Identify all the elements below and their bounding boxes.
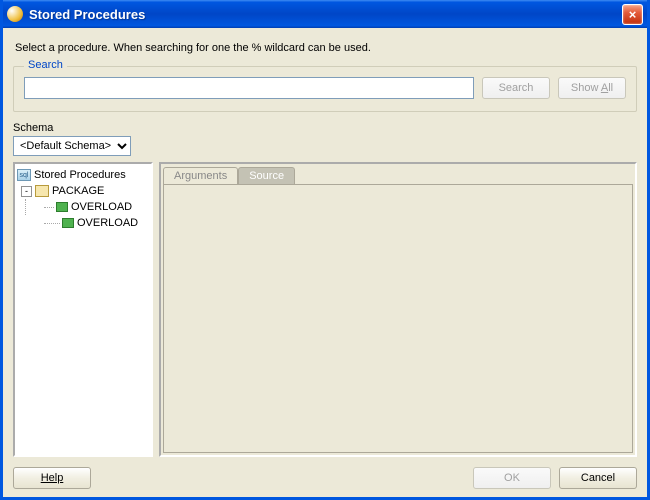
tree-node-label: PACKAGE	[52, 185, 104, 197]
app-icon	[7, 6, 23, 22]
tree-node-label: OVERLOAD	[77, 217, 138, 229]
tree-node-overload[interactable]: OVERLOAD	[17, 215, 149, 231]
overload-icon	[56, 202, 68, 212]
cancel-button[interactable]: Cancel	[559, 467, 637, 489]
overload-icon	[62, 218, 74, 228]
cancel-button-label: Cancel	[581, 472, 615, 484]
package-icon	[35, 185, 49, 197]
tree-panel[interactable]: sql Stored Procedures - PACKAGE OVERLOAD	[13, 162, 153, 457]
ok-button[interactable]: OK	[473, 467, 551, 489]
dialog-content: Select a procedure. When searching for o…	[3, 28, 647, 497]
tree-node-overload[interactable]: OVERLOAD	[17, 199, 149, 215]
tree-root[interactable]: sql Stored Procedures	[17, 167, 149, 183]
search-input[interactable]	[24, 77, 474, 99]
search-group: Search Search Show All	[13, 66, 637, 112]
tree-node-package[interactable]: - PACKAGE	[17, 183, 149, 199]
schema-block: Schema <Default Schema>	[13, 122, 637, 156]
button-bar: Help OK Cancel	[13, 457, 637, 489]
tree-root-label: Stored Procedures	[34, 169, 126, 181]
ok-button-label: OK	[504, 472, 520, 484]
main-area: sql Stored Procedures - PACKAGE OVERLOAD	[13, 162, 637, 457]
tab-label: Source	[249, 170, 284, 182]
close-icon: ×	[629, 7, 637, 22]
stored-procedures-icon: sql	[17, 169, 31, 181]
window-title: Stored Procedures	[29, 7, 622, 22]
tab-source[interactable]: Source	[238, 167, 295, 184]
search-button-label: Search	[499, 82, 534, 94]
instruction-text: Select a procedure. When searching for o…	[15, 42, 635, 54]
titlebar[interactable]: Stored Procedures ×	[3, 0, 647, 28]
tab-arguments[interactable]: Arguments	[163, 167, 238, 184]
help-button[interactable]: Help	[13, 467, 91, 489]
tab-content	[163, 184, 633, 453]
details-panel: Arguments Source	[159, 162, 637, 457]
tab-label: Arguments	[174, 170, 227, 182]
show-all-button-label: Show All	[571, 82, 613, 94]
help-button-label: Help	[41, 472, 64, 484]
search-legend: Search	[24, 59, 67, 71]
search-button[interactable]: Search	[482, 77, 550, 99]
tree-node-label: OVERLOAD	[71, 201, 132, 213]
close-button[interactable]: ×	[622, 4, 643, 25]
tab-strip: Arguments Source	[161, 164, 635, 184]
stored-procedures-dialog: Stored Procedures × Select a procedure. …	[0, 0, 650, 500]
search-row: Search Show All	[24, 77, 626, 99]
schema-select[interactable]: <Default Schema>	[13, 136, 131, 156]
collapse-icon[interactable]: -	[21, 186, 32, 197]
show-all-button[interactable]: Show All	[558, 77, 626, 99]
schema-label: Schema	[13, 122, 637, 134]
